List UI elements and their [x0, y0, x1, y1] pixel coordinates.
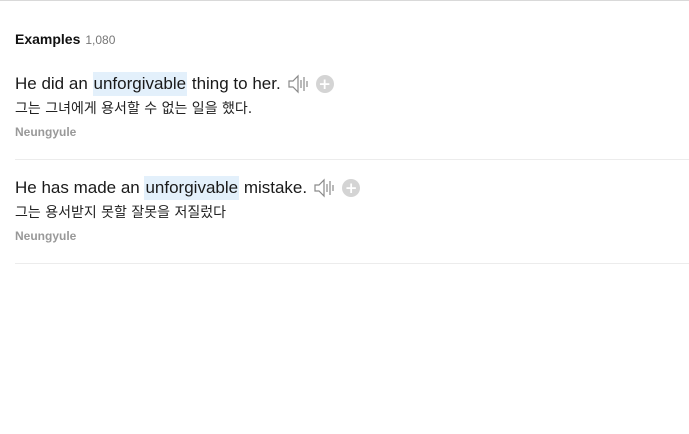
speaker-icon[interactable] [287, 74, 311, 94]
sentence-text: mistake. [239, 178, 308, 197]
sentence-text: thing to her. [187, 74, 281, 93]
section-header: Examples 1,080 [15, 31, 115, 47]
section-title: Examples [15, 31, 81, 47]
example-item: He did an unforgivable thing to her. + 그… [15, 72, 689, 160]
sentence-text: He has made an [15, 178, 145, 197]
example-source: Neungyule [15, 125, 77, 139]
example-source: Neungyule [15, 229, 77, 243]
english-sentence: He has made an unforgivable mistake. + [15, 176, 689, 200]
examples-panel: Examples 1,080 He did an unforgivable th… [0, 0, 689, 434]
korean-translation: 그는 용서받지 못할 잘못을 저질렀다 [15, 205, 226, 221]
english-sentence: He did an unforgivable thing to her. + [15, 72, 689, 96]
add-icon[interactable]: + [315, 75, 334, 93]
add-icon[interactable]: + [342, 179, 361, 197]
speaker-icon[interactable] [313, 178, 337, 198]
sentence-text: He did an [15, 74, 93, 93]
korean-translation: 그는 그녀에게 용서할 수 없는 일을 했다. [15, 101, 253, 117]
highlighted-word[interactable]: unforgivable [92, 72, 188, 96]
example-item: He has made an unforgivable mistake. + 그… [15, 176, 689, 264]
highlighted-word[interactable]: unforgivable [144, 176, 240, 200]
example-count: 1,080 [85, 33, 116, 47]
